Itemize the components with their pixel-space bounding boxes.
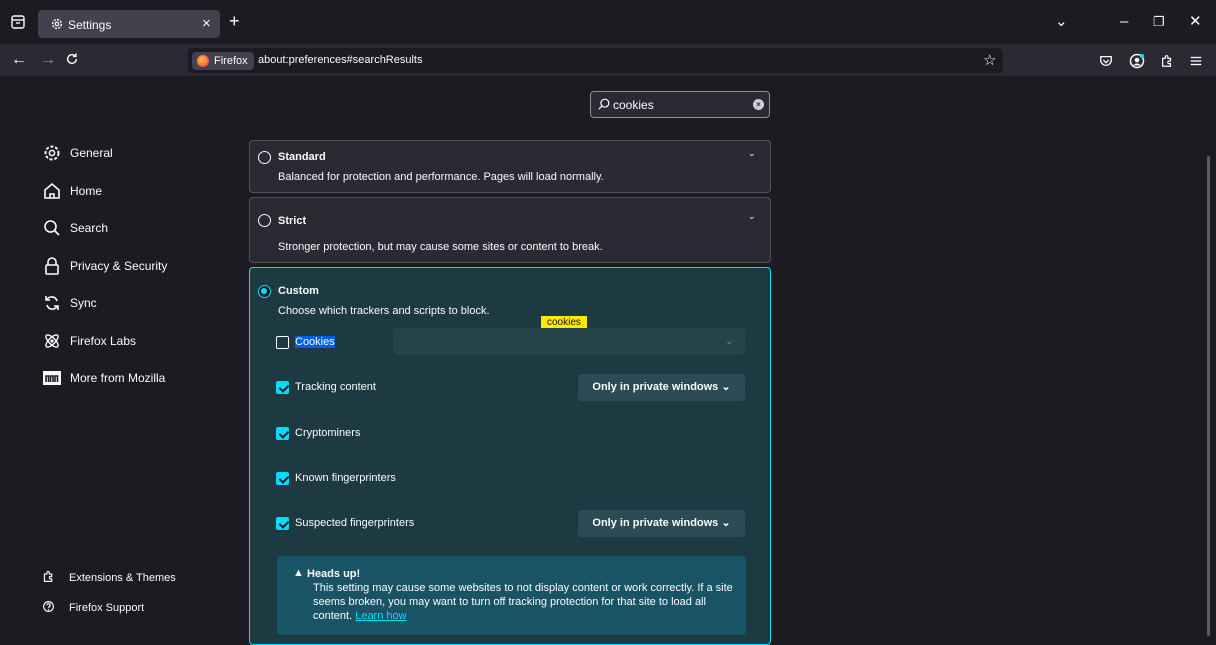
- search-value: cookies: [613, 98, 654, 112]
- cookies-label: Cookies: [295, 336, 335, 348]
- chevron-down-icon[interactable]: ⌄: [748, 148, 756, 159]
- extensions-icon[interactable]: [1160, 54, 1174, 68]
- firefox-support-label: Firefox Support: [69, 602, 145, 614]
- close-tab-icon[interactable]: ×: [202, 16, 211, 32]
- standard-radio[interactable]: [258, 151, 271, 164]
- standard-description: Balanced for protection and performance.…: [278, 171, 604, 183]
- back-button[interactable]: ←: [11, 51, 27, 69]
- forward-button[interactable]: →: [40, 51, 56, 69]
- search-icon: [598, 98, 610, 110]
- chevron-down-icon: ⌄: [721, 381, 731, 393]
- sidebar-item-label: More from Mozilla: [70, 371, 166, 385]
- sidebar-item-label: General: [70, 146, 113, 160]
- close-window-button[interactable]: ✕: [1189, 14, 1202, 30]
- url-input[interactable]: about:preferences#searchResults: [258, 54, 422, 66]
- custom-radio[interactable]: [258, 285, 271, 298]
- strict-protection-card[interactable]: Strict Stronger protection, but may caus…: [249, 197, 771, 263]
- settings-search-input[interactable]: cookies ×: [590, 91, 770, 118]
- puzzle-icon: [43, 571, 53, 582]
- bookmark-star-icon[interactable]: ☆: [983, 51, 996, 69]
- restore-button[interactable]: ❐: [1153, 14, 1165, 30]
- labs-icon: [45, 334, 59, 348]
- sync-icon: [45, 296, 59, 310]
- help-icon: [43, 601, 54, 612]
- standard-title: Standard: [278, 151, 326, 163]
- sidebar-item-label: Search: [70, 221, 109, 235]
- firefox-logo-icon: [197, 55, 209, 67]
- sidebar-item-label: Sync: [70, 296, 97, 310]
- search-icon: [44, 220, 60, 236]
- tab-title: Settings: [68, 18, 112, 32]
- suspected-fingerprinters-label: Suspected fingerprinters: [295, 517, 415, 529]
- home-icon: [44, 182, 60, 199]
- standard-protection-card[interactable]: Standard Balanced for protection and per…: [249, 140, 771, 193]
- custom-title: Custom: [278, 285, 319, 297]
- chevron-down-icon: ⌄: [725, 336, 733, 346]
- cookies-select[interactable]: ⌄: [393, 328, 745, 355]
- cookies-checkbox[interactable]: [276, 336, 289, 349]
- tracking-content-select-value: Only in private windows: [592, 381, 719, 393]
- cryptominers-label: Cryptominers: [295, 427, 361, 439]
- sidebar-item-label: Privacy & Security: [70, 259, 168, 273]
- heads-up-notice: ▲ Heads up! This setting may cause some …: [277, 556, 746, 635]
- gear-icon: [51, 18, 63, 30]
- custom-description: Choose which trackers and scripts to blo…: [278, 305, 490, 317]
- chevron-down-icon: ⌄: [721, 517, 731, 529]
- known-fingerprinters-checkbox[interactable]: [276, 472, 289, 485]
- warning-icon: ▲: [293, 567, 304, 579]
- tab-strip: Settings × + ⌄ – ❐ ✕: [0, 0, 1216, 44]
- tracking-content-select[interactable]: Only in private windows ⌄: [578, 374, 745, 401]
- list-all-tabs-icon[interactable]: ⌄: [1055, 14, 1068, 30]
- learn-how-link[interactable]: Learn how: [355, 610, 406, 622]
- tracking-content-checkbox[interactable]: [276, 381, 289, 394]
- page-scrollbar[interactable]: [1207, 156, 1210, 636]
- sidebar-item-label: Home: [70, 184, 103, 198]
- clear-search-icon[interactable]: ×: [753, 99, 764, 110]
- strict-description: Stronger protection, but may cause some …: [278, 241, 603, 253]
- strict-title: Strict: [278, 215, 307, 227]
- new-tab-button[interactable]: +: [229, 10, 240, 32]
- cryptominers-checkbox[interactable]: [276, 427, 289, 440]
- tracking-content-label: Tracking content: [295, 381, 376, 393]
- reload-icon[interactable]: [65, 52, 79, 66]
- chevron-down-icon[interactable]: ⌄: [748, 211, 756, 222]
- identity-label: Firefox: [214, 55, 248, 67]
- suspected-fingerprinters-select[interactable]: Only in private windows ⌄: [578, 510, 745, 537]
- suspected-fingerprinters-select-value: Only in private windows: [592, 517, 719, 529]
- menu-icon[interactable]: [1189, 54, 1203, 68]
- lock-icon: [45, 257, 59, 275]
- tab-list-icon[interactable]: [10, 14, 26, 30]
- mozilla-icon: [43, 371, 61, 385]
- strict-radio[interactable]: [258, 214, 271, 227]
- tab-settings[interactable]: Settings ×: [38, 10, 220, 38]
- account-icon[interactable]: [1129, 53, 1145, 69]
- extensions-themes-label: Extensions & Themes: [69, 572, 176, 584]
- notice-title: Heads up!: [307, 568, 361, 580]
- notice-text-block: This setting may cause some websites to …: [313, 581, 743, 623]
- sidebar-item-label: Firefox Labs: [70, 334, 137, 348]
- identity-box[interactable]: Firefox: [192, 52, 254, 70]
- minimize-button[interactable]: –: [1120, 14, 1128, 30]
- pocket-icon[interactable]: [1099, 54, 1113, 68]
- suspected-fingerprinters-checkbox[interactable]: [276, 517, 289, 530]
- gear-icon: [44, 145, 60, 161]
- known-fingerprinters-label: Known fingerprinters: [295, 472, 396, 484]
